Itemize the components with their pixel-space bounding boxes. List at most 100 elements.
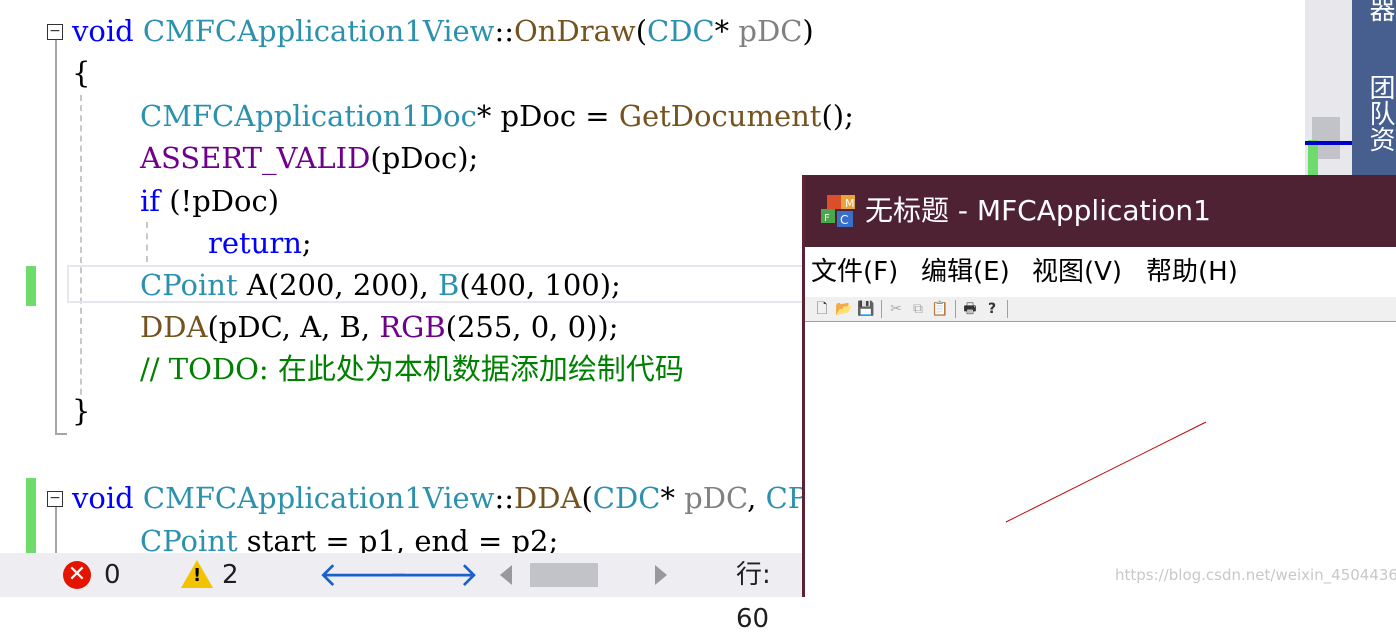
macro-name: RGB: [379, 310, 445, 344]
code-line-ondraw-header[interactable]: void CMFCApplication1View::OnDraw(CDC* p…: [72, 10, 814, 52]
keyword: if: [140, 184, 160, 218]
code-rest: A(200, 200),: [238, 268, 438, 302]
save-icon[interactable]: 💾: [857, 300, 875, 318]
code-line-dda-header[interactable]: void CMFCApplication1View::DDA(CDC* pDC,…: [72, 477, 807, 519]
new-icon[interactable]: 🗋: [813, 300, 831, 318]
change-marker: [26, 478, 36, 553]
help-icon[interactable]: ?: [983, 300, 1001, 318]
open-icon[interactable]: 📂: [835, 300, 853, 318]
svg-text:F: F: [824, 213, 830, 224]
outline-guide: [55, 40, 57, 435]
code-line-assert[interactable]: ASSERT_VALID(pDoc);: [140, 137, 478, 179]
function-name: GetDocument: [619, 99, 822, 133]
code-rest: ;: [302, 226, 312, 260]
operator: =: [576, 99, 619, 133]
menu-view[interactable]: 视图(V): [1032, 247, 1122, 297]
param-name: pDC: [738, 14, 802, 48]
mfc-menu-bar: 文件(F) 编辑(E) 视图(V) 帮助(H): [805, 247, 1396, 298]
variable: pDoc: [501, 99, 577, 133]
function-name: DDA: [514, 481, 581, 515]
change-marker: [26, 266, 36, 306]
horizontal-scroll-thumb[interactable]: [530, 563, 598, 587]
keyword: return: [208, 226, 302, 260]
function-name: DDA: [140, 310, 207, 344]
warning-count[interactable]: 2: [222, 553, 239, 597]
mfc-client-area[interactable]: [805, 322, 1396, 597]
class-name: CMFCApplication1View: [143, 14, 495, 48]
toolbar-separator: [955, 300, 956, 318]
scroll-caret-marker: [1305, 141, 1352, 145]
watermark-text: https://blog.csdn.net/weixin_45044369: [1115, 566, 1396, 584]
print-icon[interactable]: 🖶: [961, 300, 979, 318]
warning-mark: !: [193, 565, 201, 587]
code-line-dda-call[interactable]: DDA(pDC, A, B, RGB(255, 0, 0));: [140, 306, 618, 348]
svg-text:C: C: [840, 213, 848, 227]
collapse-toggle-ondraw[interactable]: −: [47, 24, 63, 40]
mfc-app-icon: M F C: [819, 193, 859, 229]
param-name: pDC: [684, 481, 747, 515]
pointer: *: [660, 481, 675, 515]
outline-guide-2: [55, 507, 57, 553]
code-rest: (255, 0, 0));: [446, 310, 619, 344]
code-line-return[interactable]: return;: [208, 222, 312, 264]
side-tab-explorer[interactable]: 器: [1362, 0, 1396, 22]
side-tab-team[interactable]: 团队资: [1362, 74, 1396, 152]
menu-edit[interactable]: 编辑(E): [921, 247, 1010, 297]
class-name: CPoint: [140, 268, 238, 302]
scope-op: ::: [494, 14, 514, 48]
scroll-change-marker: [1308, 140, 1318, 180]
class-name: CMFCApplication1View: [143, 481, 495, 515]
toolbar-separator: [1007, 300, 1008, 318]
keyword: void: [72, 14, 134, 48]
class-name: CMFCApplication1Doc: [140, 99, 477, 133]
param-type: CDC: [647, 14, 715, 48]
cut-icon[interactable]: ✂: [887, 300, 905, 318]
code-rest: start = p1, end = p2;: [238, 524, 559, 553]
line-indicator[interactable]: 行: 60: [736, 553, 805, 597]
code-line-brace-close[interactable]: }: [72, 390, 90, 432]
mfc-window-title: 无标题 - MFCApplication1: [865, 175, 1211, 247]
navigate-forward-icon[interactable]: 🡒: [388, 555, 479, 595]
code-line-brace-open[interactable]: {: [72, 52, 90, 94]
mfc-title-bar[interactable]: M F C 无标题 - MFCApplication1: [805, 175, 1396, 247]
class-name: B: [438, 268, 459, 302]
code-line-start-end[interactable]: CPoint start = p1, end = p2;: [140, 520, 558, 553]
scope-op: ::: [494, 481, 514, 515]
svg-text:M: M: [845, 197, 855, 210]
paren: ): [802, 14, 813, 48]
dda-red-line: [1006, 422, 1206, 522]
keyword: void: [72, 481, 134, 515]
error-count[interactable]: 0: [104, 553, 121, 597]
code-rest: (pDoc);: [370, 141, 478, 175]
paren: (: [636, 14, 647, 48]
pointer: *: [715, 14, 730, 48]
macro-name: ASSERT_VALID: [140, 141, 370, 175]
menu-file[interactable]: 文件(F): [811, 247, 898, 297]
error-icon[interactable]: ✕: [63, 561, 91, 589]
param-type: CDC: [593, 481, 661, 515]
indent-guide-inner: [146, 222, 148, 262]
mfc-app-window[interactable]: M F C 无标题 - MFCApplication1 文件(F) 编辑(E) …: [802, 175, 1396, 597]
paren: (: [581, 481, 592, 515]
menu-help[interactable]: 帮助(H): [1146, 247, 1238, 297]
copy-icon[interactable]: ⧉: [909, 300, 927, 318]
toolbar-separator: [881, 300, 882, 318]
code-line-cpoint[interactable]: CPoint A(200, 200), B(400, 100);: [140, 264, 621, 306]
code-rest: (400, 100);: [459, 268, 621, 302]
paste-icon[interactable]: 📋: [931, 300, 949, 318]
status-bar: ✕ 0 ! 2 🡐 🡒 行: 60: [0, 553, 805, 597]
class-name: CPoint: [140, 524, 238, 553]
scroll-right-icon[interactable]: [655, 565, 667, 585]
scroll-left-icon[interactable]: [500, 565, 512, 585]
code-rest: ();: [821, 99, 853, 133]
collapse-toggle-dda[interactable]: −: [47, 491, 63, 507]
code-line-comment[interactable]: // TODO: 在此处为本机数据添加绘制代码: [140, 348, 684, 390]
function-name: OnDraw: [514, 14, 636, 48]
outline-guide-end: [55, 433, 67, 435]
comma: ,: [747, 481, 765, 515]
indent-guide: [80, 95, 82, 415]
code-line-if[interactable]: if (!pDoc): [140, 180, 279, 222]
pointer: *: [477, 99, 492, 133]
code-line-getdocument[interactable]: CMFCApplication1Doc* pDoc = GetDocument(…: [140, 95, 854, 137]
drawing-canvas: [805, 322, 1396, 597]
